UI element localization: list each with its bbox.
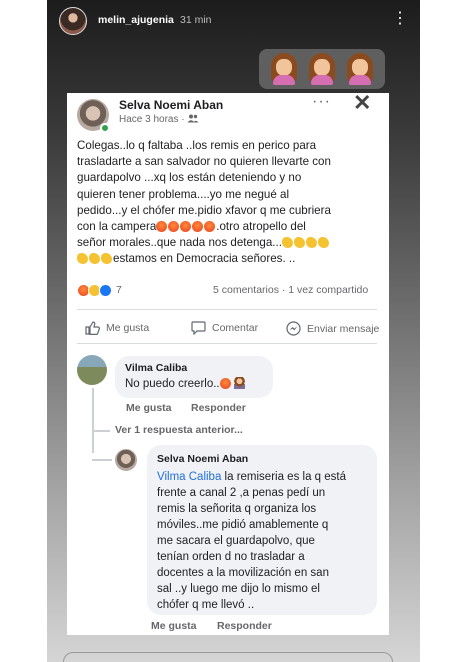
mention-link: Vilma Caliba xyxy=(157,471,222,483)
comment-icon xyxy=(191,321,206,335)
post-author-name: Selva Noemi Aban xyxy=(119,98,224,112)
woman-emoji-icon xyxy=(269,53,299,85)
post-body: Colegas..lo q faltaba ..los remis en per… xyxy=(77,139,331,266)
post-more-icon: ··· xyxy=(312,93,331,110)
story-timestamp: 31 min xyxy=(180,14,212,26)
facebook-post-screenshot: Selva Noemi Aban Hace 3 horas · ··· ✕ Co… xyxy=(67,93,389,635)
comment-author: Vilma Caliba xyxy=(125,362,188,374)
story-avatar[interactable] xyxy=(59,7,87,35)
close-icon: ✕ xyxy=(353,93,372,115)
instagram-story: melin_ajugenia 31 min ⋮ Selva Noemi Aban… xyxy=(47,0,420,662)
like-button: Me gusta xyxy=(85,321,149,335)
muscle-emoji-icon xyxy=(77,252,113,265)
reply-bubble: Selva Noemi Aban Vilma Caliba la remiser… xyxy=(147,445,377,615)
view-previous-replies-link: Ver 1 respuesta anterior... xyxy=(115,424,243,436)
story-reply-bar[interactable] xyxy=(63,652,393,662)
comment-text: No puedo creerlo.. xyxy=(125,376,245,392)
muscle-emoji-icon xyxy=(281,236,330,249)
post-stats: 5 comentarios · 1 vez compartido xyxy=(213,284,369,296)
post-actions: Me gusta Comentar Enviar mensaje xyxy=(67,317,389,341)
comment-bubble: Vilma Caliba No puedo creerlo.. xyxy=(115,356,273,398)
thumbs-up-icon xyxy=(85,321,100,335)
divider xyxy=(77,343,377,344)
post-time: Hace 3 horas · xyxy=(119,114,185,125)
reply-author: Selva Noemi Aban xyxy=(157,453,249,465)
divider xyxy=(77,309,377,310)
reply-like-link: Me gusta xyxy=(151,620,197,632)
story-header: melin_ajugenia 31 min ⋮ xyxy=(47,0,420,42)
thread-line xyxy=(92,430,110,432)
reply-text: Vilma Caliba la remiseria es la q está f… xyxy=(157,471,346,611)
comment-button: Comentar xyxy=(191,321,258,335)
story-username[interactable]: melin_ajugenia xyxy=(98,14,174,26)
reply-reply-link: Responder xyxy=(217,620,272,632)
reply-author-avatar xyxy=(115,449,137,471)
angry-emoji-icon xyxy=(219,378,231,389)
thread-line xyxy=(92,388,94,453)
comment-like-link: Me gusta xyxy=(126,402,172,414)
reaction-count: 7 xyxy=(116,284,122,296)
more-options-icon[interactable]: ⋮ xyxy=(392,11,408,27)
commenter-avatar xyxy=(77,355,107,385)
send-message-button: Enviar mensaje xyxy=(286,321,379,336)
friends-audience-icon xyxy=(187,114,199,123)
woman-emoji-icon xyxy=(233,377,245,389)
woman-emoji-icon xyxy=(345,53,375,85)
comment-reply-link: Responder xyxy=(191,402,246,414)
emoji-sticker xyxy=(259,49,385,89)
thread-line xyxy=(92,459,112,461)
woman-emoji-icon xyxy=(307,53,337,85)
angry-emoji-icon xyxy=(156,220,216,233)
online-status-dot xyxy=(100,123,110,133)
post-meta: Hace 3 horas · xyxy=(119,114,199,125)
like-reaction-icon xyxy=(99,283,112,297)
reaction-summary: 7 xyxy=(77,283,122,297)
messenger-icon xyxy=(286,321,301,336)
